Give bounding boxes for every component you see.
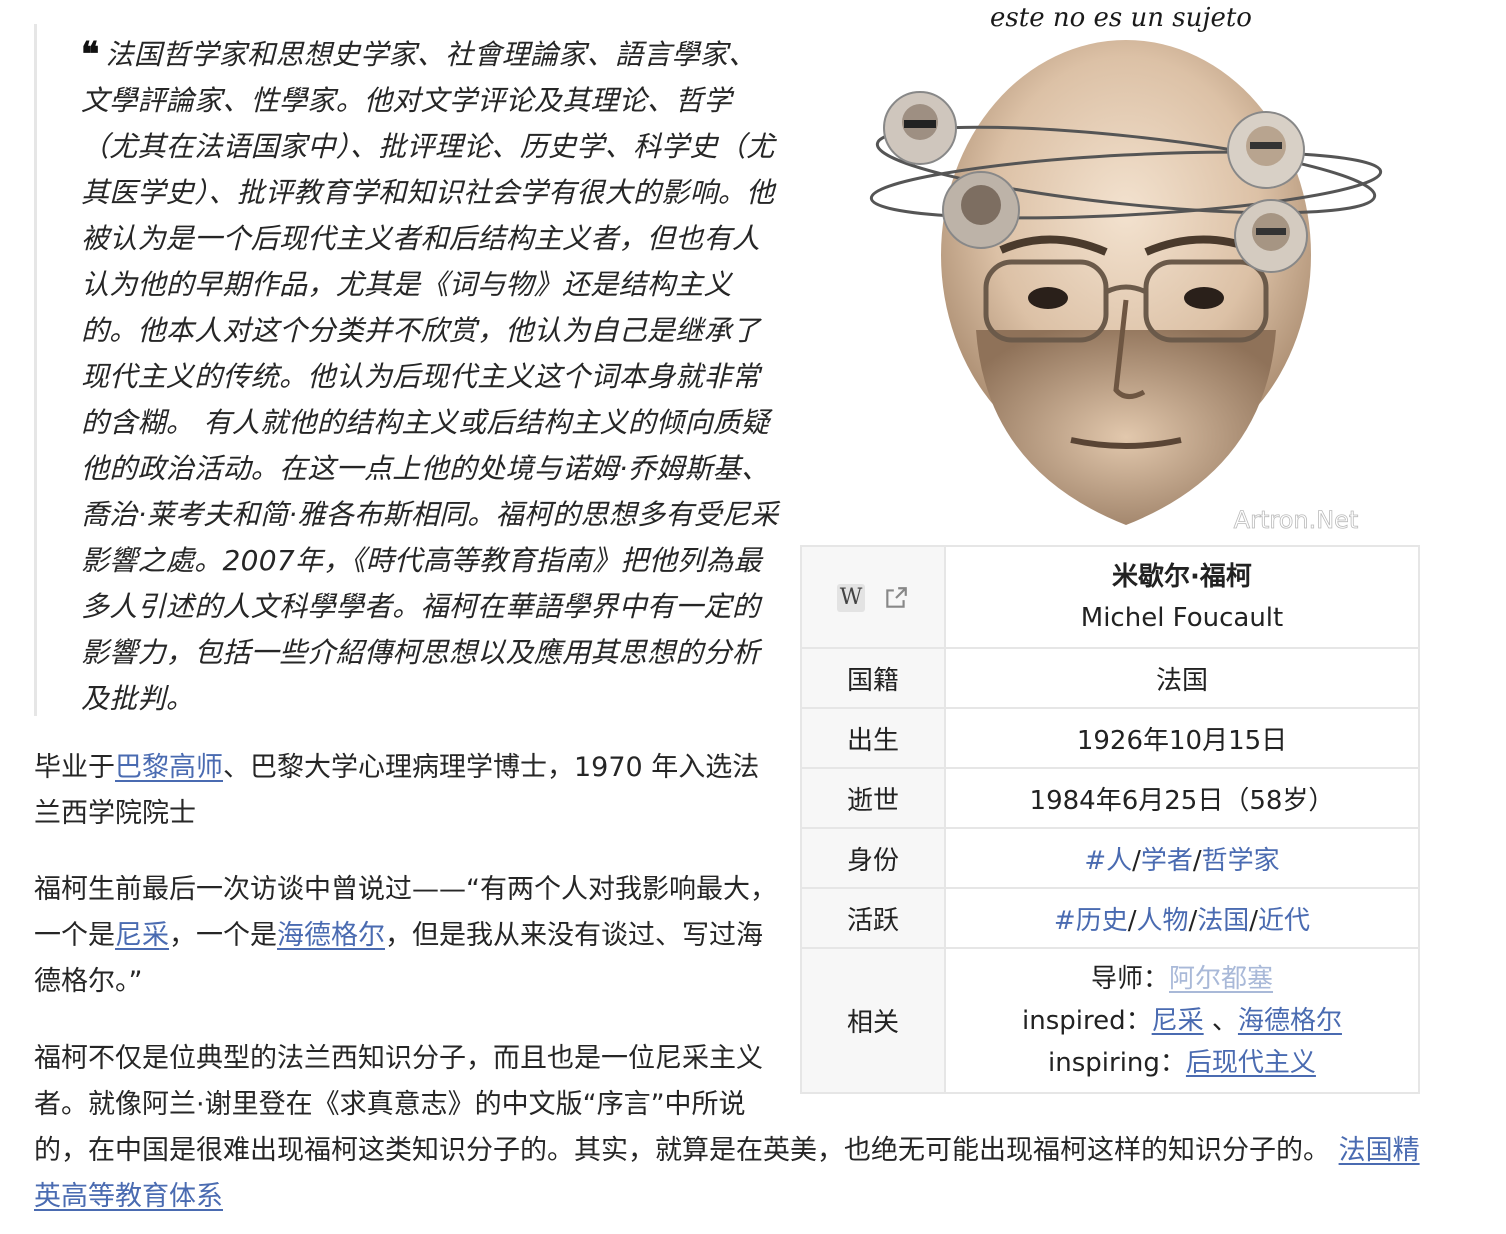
infobox-table: W 米歇尔·福柯 Michel Foucault 国籍 法国 出生 1926年1… [800, 545, 1420, 1094]
row-key-related: 相关 [800, 947, 946, 1094]
row-key-identity: 身份 [800, 827, 946, 889]
row-value-born: 1926年10月15日 [944, 707, 1420, 769]
link-althusser[interactable]: 阿尔都塞 [1169, 964, 1273, 994]
paragraph-text: ，一个是 [169, 920, 277, 951]
tag-link[interactable]: #历史 [1054, 906, 1128, 936]
related-label: 导师： [1090, 963, 1169, 994]
infobox-header-name: 米歇尔·福柯 Michel Foucault [944, 545, 1420, 649]
tag-separator: / [1192, 845, 1202, 876]
quote-mark-icon: ❝ [81, 35, 100, 75]
wikipedia-icon[interactable]: W [837, 583, 865, 612]
row-value-nationality: 法国 [944, 647, 1420, 709]
external-link-icon[interactable] [883, 585, 909, 611]
row-key-died: 逝世 [800, 767, 946, 829]
name-en: Michel Foucault [1080, 603, 1284, 633]
paragraph-interview: 福柯生前最后一次访谈中曾说过——“有两个人对我影响最大，一个是尼采，一个是海德格… [34, 867, 786, 1005]
related-inspired: inspired：尼采 、海德格尔 [947, 1000, 1417, 1042]
orbit-portrait-2 [942, 171, 1020, 249]
related-mentor: 导师：阿尔都塞 [947, 958, 1417, 1000]
tag-separator: / [1188, 905, 1198, 936]
related-label: inspired： [1022, 1005, 1152, 1036]
tag-link[interactable]: 法国 [1197, 906, 1249, 936]
related-inspiring: inspiring：后现代主义 [947, 1042, 1417, 1084]
row-value-identity: #人/学者/哲学家 [944, 827, 1420, 889]
orbit-portrait-3 [1227, 111, 1305, 189]
row-key-born: 出生 [800, 707, 946, 769]
name-zh: 米歇尔·福柯 [1112, 562, 1252, 592]
related-separator: 、 [1203, 1005, 1238, 1036]
orbit-portrait-1 [883, 91, 957, 165]
link-heidegger[interactable]: 海德格尔 [277, 920, 385, 951]
quote-body: 法国哲学家和思想史学家、社會理論家、語言學家、文學評論家、性學家。他对文学评论及… [81, 38, 779, 715]
row-value-died: 1984年6月25日（58岁） [944, 767, 1420, 829]
row-key-nationality: 国籍 [800, 647, 946, 709]
tag-link[interactable]: #人 [1084, 846, 1132, 876]
tag-separator: / [1249, 905, 1259, 936]
tag-link[interactable]: 人物 [1136, 906, 1188, 936]
row-value-active: #历史/人物/法国/近代 [944, 887, 1420, 949]
portrait-caption: este no es un sujeto [990, 3, 1252, 33]
watermark-text: Artron.Net [1234, 506, 1359, 534]
related-label: inspiring： [1048, 1047, 1186, 1078]
blockquote: ❝ 法国哲学家和思想史学家、社會理論家、語言學家、文學評論家、性學家。他对文学评论… [34, 24, 786, 716]
row-value-related: 导师：阿尔都塞 inspired：尼采 、海德格尔 inspiring：后现代主… [944, 947, 1420, 1094]
paragraph-text: 毕业于 [34, 752, 115, 783]
tag-separator: / [1132, 845, 1141, 876]
link-postmodernism[interactable]: 后现代主义 [1186, 1048, 1316, 1078]
link-paris-ens[interactable]: 巴黎高师 [115, 752, 223, 783]
tag-link[interactable]: 哲学家 [1202, 846, 1280, 876]
orbit-portrait-4 [1234, 199, 1308, 273]
quote-text: ❝ 法国哲学家和思想史学家、社會理論家、語言學家、文學評論家、性學家。他对文学评论… [81, 30, 782, 722]
infobox-header-icons: W [800, 545, 946, 649]
link-heidegger-infobox[interactable]: 海德格尔 [1238, 1006, 1342, 1036]
paragraph-education: 毕业于巴黎高师、巴黎大学心理病理学博士，1970 年入选法兰西学院院士 [34, 745, 786, 837]
tag-link[interactable]: 近代 [1258, 906, 1310, 936]
tag-link[interactable]: 学者 [1141, 846, 1193, 876]
foucault-portrait-image: este no es un sujeto Artron.Net [869, 3, 1383, 534]
link-nietzsche-infobox[interactable]: 尼采 [1152, 1006, 1204, 1036]
link-nietzsche[interactable]: 尼采 [115, 920, 169, 951]
row-key-active: 活跃 [800, 887, 946, 949]
